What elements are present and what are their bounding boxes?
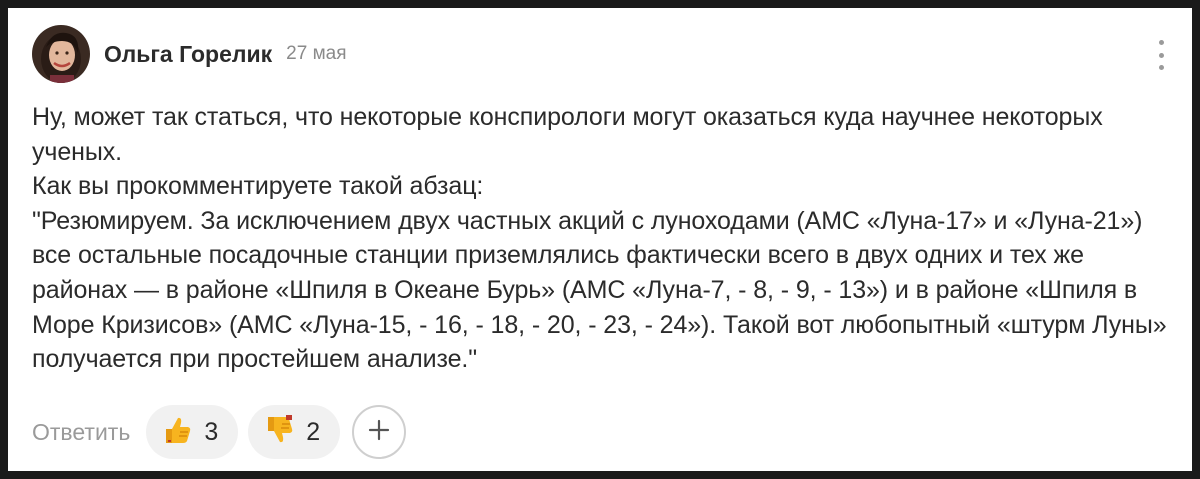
dislike-count: 2 xyxy=(306,417,321,446)
thumbs-down-emoji-icon xyxy=(262,413,296,452)
comment-text: Ну, может так статься, что некоторые кон… xyxy=(32,100,1168,377)
comment-paragraph: "Резюмируем. За исключением двух частных… xyxy=(32,206,1167,374)
comment-paragraph: Как вы прокомментируете такой абзац: xyxy=(32,172,484,201)
thumbs-up-emoji-icon xyxy=(160,413,194,452)
plus-icon xyxy=(368,419,390,446)
like-button[interactable]: 3 xyxy=(146,405,239,459)
comment-actions: Ответить 3 2 xyxy=(32,404,407,460)
add-reaction-button[interactable] xyxy=(352,405,407,459)
comment-date: 27 мая xyxy=(286,43,347,64)
comment-card: Ольга Горелик 27 мая Ну, может так стать… xyxy=(8,8,1192,471)
avatar[interactable] xyxy=(32,25,90,83)
comment-header: Ольга Горелик 27 мая xyxy=(32,24,347,84)
reply-button[interactable]: Ответить xyxy=(32,419,130,446)
like-count: 3 xyxy=(204,417,219,446)
comment-paragraph: Ну, может так статься, что некоторые кон… xyxy=(32,103,1103,166)
author-name[interactable]: Ольга Горелик xyxy=(104,41,272,68)
dislike-button[interactable]: 2 xyxy=(248,405,341,459)
more-vertical-icon[interactable] xyxy=(1156,40,1166,70)
